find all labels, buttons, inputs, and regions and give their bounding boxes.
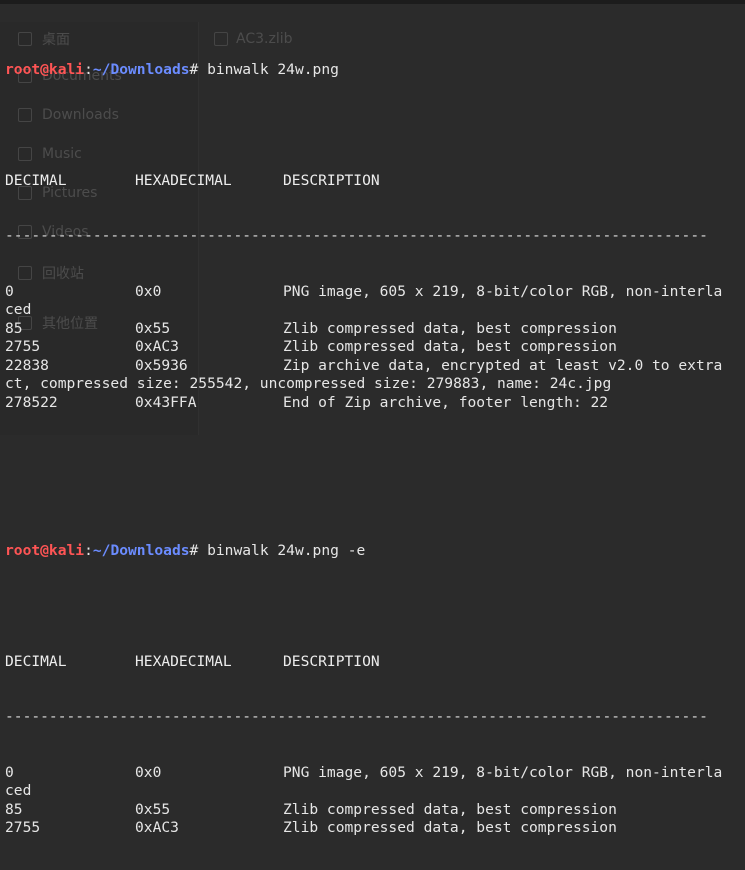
wrapped-text: ct, compressed size: 255542, uncompresse…	[5, 375, 612, 392]
table-row: 2755 0xAC3 Zlib compressed data, best comp…	[5, 338, 745, 357]
prompt-user: root@kali	[5, 60, 85, 78]
cell-hexadecimal: 0x5936	[135, 356, 188, 374]
header-hexadecimal: HEXADECIMAL	[135, 652, 232, 670]
cell-description: PNG image, 605 x 219, 8-bit/color RGB, n…	[283, 282, 723, 300]
header-decimal: DECIMAL	[5, 652, 67, 670]
prompt-symbol: #	[189, 60, 208, 78]
header-description: DESCRIPTION	[283, 171, 380, 189]
header-description: DESCRIPTION	[283, 652, 380, 670]
cell-description: End of Zip archive, footer length: 22	[283, 393, 609, 411]
cell-hexadecimal: 0xAC3	[135, 819, 179, 836]
table-row: 22838 0x5936 Zip archive data, encrypted a…	[5, 357, 745, 376]
cell-decimal: 85	[5, 319, 23, 337]
separator-line: ----------------------------------------…	[5, 227, 708, 244]
cell-decimal: 22838	[5, 356, 49, 374]
prompt-symbol: #	[189, 541, 208, 559]
cell-description: Zlib compressed data, best compression	[283, 800, 617, 818]
table-row: 85 0x55 Zlib compressed data, best compres…	[5, 320, 745, 339]
separator-line: ----------------------------------------…	[5, 708, 708, 725]
table-row: ced	[5, 301, 745, 320]
table-row: 278522 0x43FFA End of Zip archive, footer …	[5, 394, 745, 413]
prompt-user: root@kali	[5, 541, 85, 559]
table-header: DECIMAL HEXADECIMAL DESCRIPTION	[5, 172, 745, 191]
prompt-colon: :	[84, 60, 93, 78]
prompt-line: root@kali:~/Downloads# binwalk 24w.png -…	[5, 542, 745, 561]
cell-hexadecimal: 0xAC3	[135, 338, 179, 355]
table-row: ct, compressed size: 255542, uncompresse…	[5, 375, 745, 394]
output-block-1: 0 0x0 PNG image, 605 x 219, 8-bit/color RG…	[5, 283, 745, 413]
prompt-colon: :	[84, 541, 93, 559]
cell-hexadecimal: 0x0	[135, 763, 162, 781]
cell-description: Zip archive data, encrypted at least v2.…	[283, 356, 723, 374]
table-row: 0 0x0 PNG image, 605 x 219, 8-bit/color RG…	[5, 283, 745, 302]
cell-description: Zlib compressed data, best compression	[283, 338, 617, 355]
wrapped-text: ced	[5, 782, 32, 799]
cell-hexadecimal: 0x55	[135, 800, 171, 818]
cell-hexadecimal: 0x43FFA	[135, 393, 197, 411]
prompt-path: ~/Downloads	[92, 60, 190, 78]
table-header: DECIMAL HEXADECIMAL DESCRIPTION	[5, 653, 745, 672]
header-decimal: DECIMAL	[5, 171, 67, 189]
cell-description: Zlib compressed data, best compression	[283, 819, 617, 836]
output-block-2: 0 0x0 PNG image, 605 x 219, 8-bit/color RG…	[5, 764, 745, 838]
table-row: 85 0x55 Zlib compressed data, best compres…	[5, 801, 745, 820]
cell-decimal: 2755	[5, 338, 41, 355]
cell-decimal: 2755	[5, 819, 41, 836]
terminal-output[interactable]: root@kali:~/Downloads# binwalk 24w.png D…	[5, 5, 745, 870]
command-text: binwalk 24w.png	[207, 60, 339, 78]
table-row: 0 0x0 PNG image, 605 x 219, 8-bit/color RG…	[5, 764, 745, 783]
header-hexadecimal: HEXADECIMAL	[135, 171, 232, 189]
table-row: ced	[5, 782, 745, 801]
cell-hexadecimal: 0x55	[135, 319, 171, 337]
cell-decimal: 85	[5, 800, 23, 818]
cell-hexadecimal: 0x0	[135, 282, 162, 300]
prompt-path: ~/Downloads	[92, 541, 190, 559]
prompt-line: root@kali:~/Downloads# binwalk 24w.png	[5, 61, 745, 80]
cell-decimal: 0	[5, 282, 14, 300]
command-text: binwalk 24w.png -e	[207, 541, 366, 559]
cell-decimal: 278522	[5, 393, 58, 411]
table-row: 2755 0xAC3 Zlib compressed data, best comp…	[5, 819, 745, 838]
cell-decimal: 0	[5, 763, 14, 781]
window-top-strip	[0, 0, 745, 4]
wrapped-text: ced	[5, 301, 32, 318]
cell-description: PNG image, 605 x 219, 8-bit/color RGB, n…	[283, 763, 723, 781]
cell-description: Zlib compressed data, best compression	[283, 319, 617, 337]
